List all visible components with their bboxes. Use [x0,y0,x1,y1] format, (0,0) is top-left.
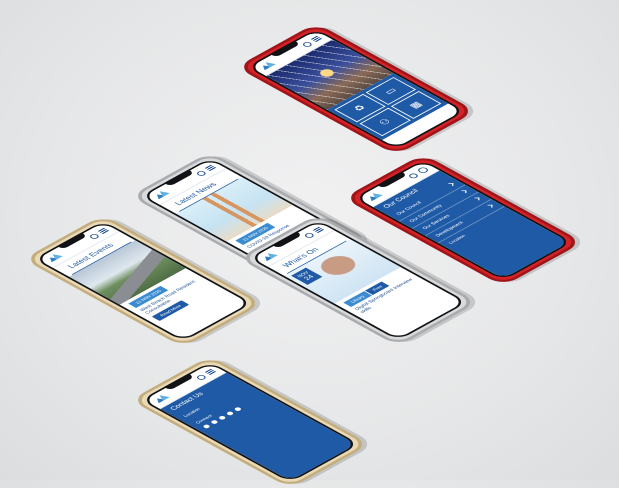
search-icon[interactable] [300,40,313,48]
council-logo [258,60,279,72]
menu-icon[interactable] [310,35,323,43]
council-logo [260,251,281,263]
close-icon[interactable] [416,166,430,174]
youtube-icon[interactable] [217,415,227,421]
menu-icon[interactable] [312,226,325,234]
menu-icon[interactable] [204,164,217,172]
facebook-icon[interactable] [202,424,211,429]
chevron-icon [461,190,467,194]
chevron-icon [487,204,493,208]
menu-icon[interactable] [204,368,217,376]
council-logo [45,252,66,264]
search-icon[interactable] [194,169,207,177]
search-icon[interactable] [87,232,100,240]
search-icon[interactable] [194,373,207,381]
chevron-icon [448,183,454,186]
council-logo [365,191,386,203]
chevron-icon [474,197,480,201]
phone-home: ♻ ▭ ⚇ ▦ [236,22,477,156]
phone-events: Latest Events 21 NOV 2020 West Beach Roa… [23,214,264,348]
search-icon[interactable] [406,172,420,180]
phone-whatson: What's On NOV 24 Library Free Digital Sp… [238,213,479,347]
whatson-date-badge: NOV 24 [291,267,323,285]
mockup-stage: ♻ ▭ ⚇ ▦ Latest News 21 NOV 2020 COVID-19… [0,0,619,488]
phone-menu: Our Council Our Council Our Community Ou… [343,153,584,287]
phone-contact: Contact Us Location Connect [130,355,371,488]
twitter-icon[interactable] [210,419,219,425]
phone-news: Latest News 21 NOV 2020 COVID-19 Respons… [130,151,371,285]
council-logo [152,189,173,201]
menu-icon[interactable] [97,227,110,235]
linkedin-icon[interactable] [233,406,243,412]
search-icon[interactable] [302,231,315,239]
instagram-icon[interactable] [225,411,235,416]
council-logo [152,393,173,405]
